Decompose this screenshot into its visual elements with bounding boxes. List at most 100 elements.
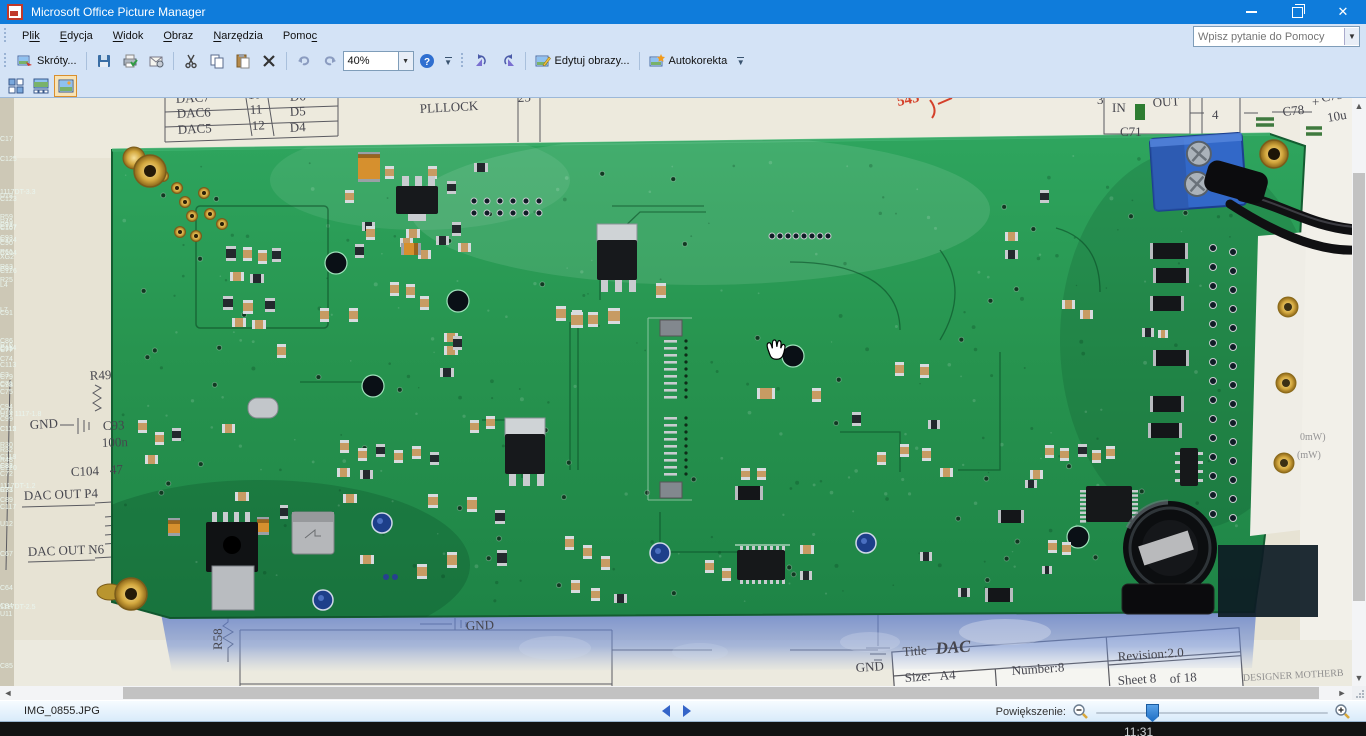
svg-text:C104: C104 bbox=[71, 463, 100, 479]
zoom-combo[interactable]: 40% bbox=[343, 51, 399, 71]
delete-button[interactable] bbox=[256, 51, 282, 71]
ic-w2so16 bbox=[735, 545, 790, 584]
svg-text:GND: GND bbox=[29, 416, 58, 432]
restore-button[interactable] bbox=[1274, 0, 1320, 24]
svg-text:R58: R58 bbox=[210, 628, 225, 650]
scroll-up-icon[interactable]: ▲ bbox=[1352, 98, 1366, 114]
paste-button[interactable] bbox=[230, 51, 256, 71]
rotate-toolbar-grip[interactable] bbox=[460, 53, 465, 69]
svg-text:C79: C79 bbox=[0, 374, 13, 381]
mail-button[interactable] bbox=[143, 51, 169, 71]
single-picture-view-icon bbox=[58, 78, 74, 94]
crystal-xg2 bbox=[248, 398, 278, 418]
power-transistor-u18 bbox=[206, 512, 258, 610]
svg-text:GND: GND bbox=[466, 617, 495, 633]
zoom-slider-thumb[interactable] bbox=[1146, 704, 1159, 722]
status-bar: IMG_0855.JPG Powiększenie: bbox=[0, 700, 1366, 722]
menu-edycja[interactable]: Edycja bbox=[50, 27, 103, 45]
scroll-right-icon[interactable]: ► bbox=[1334, 686, 1350, 700]
resize-grip[interactable] bbox=[1352, 686, 1366, 700]
svg-text:C93: C93 bbox=[103, 417, 125, 433]
toolbar-grip[interactable] bbox=[3, 53, 8, 69]
menu-plik[interactable]: Plik bbox=[12, 27, 50, 45]
svg-text:100n: 100n bbox=[102, 434, 129, 450]
svg-text:R25: R25 bbox=[0, 277, 13, 284]
zoom-in-icon[interactable] bbox=[1334, 703, 1352, 721]
svg-text:C78: C78 bbox=[1282, 102, 1305, 119]
horizontal-scrollbar[interactable]: ◄ ► bbox=[0, 686, 1352, 700]
svg-text:R48: R48 bbox=[0, 457, 13, 464]
svg-text:C75: C75 bbox=[0, 389, 13, 396]
shortcuts-button[interactable]: Skróty... bbox=[12, 51, 82, 71]
photo-image[interactable]: 1117DT-2.5U11C85C84J6 FRONT PANELC40D31W… bbox=[0, 98, 1352, 686]
drill-hole bbox=[447, 290, 469, 312]
regulator-u11 bbox=[597, 224, 637, 292]
svg-text:C72: C72 bbox=[0, 471, 13, 478]
svg-text:DAC6: DAC6 bbox=[176, 104, 211, 121]
edit-pictures-button[interactable]: Edytuj obrazy... bbox=[530, 51, 635, 71]
svg-text:C117: C117 bbox=[0, 504, 16, 511]
edit-pictures-label: Edytuj obrazy... bbox=[555, 55, 630, 67]
scroll-left-icon[interactable]: ◄ bbox=[0, 686, 16, 700]
print-button[interactable] bbox=[117, 51, 143, 71]
svg-text:C115: C115 bbox=[0, 426, 16, 433]
copy-button[interactable] bbox=[204, 51, 230, 71]
chevron-down-icon[interactable]: ▼ bbox=[1344, 28, 1359, 45]
vertical-scrollbar[interactable]: ▲ ▼ bbox=[1352, 98, 1366, 686]
svg-text:C82: C82 bbox=[0, 463, 13, 470]
svg-text:C74: C74 bbox=[0, 356, 13, 363]
help-button[interactable]: ? bbox=[414, 51, 440, 71]
filmstrip-view-button[interactable] bbox=[29, 75, 52, 97]
close-button[interactable]: ✕ bbox=[1320, 0, 1366, 24]
vertical-scroll-thumb[interactable] bbox=[1353, 173, 1365, 601]
svg-text:R59: R59 bbox=[0, 214, 13, 221]
help-question-input[interactable] bbox=[1194, 31, 1344, 43]
cut-button[interactable] bbox=[178, 51, 204, 71]
menu-obraz[interactable]: Obraz bbox=[153, 27, 203, 45]
svg-text:A4: A4 bbox=[939, 667, 956, 683]
rotate-right-icon bbox=[500, 53, 516, 69]
shortcuts-label: Skróty... bbox=[37, 55, 77, 67]
picture-manager-window: Microsoft Office Picture Manager ✕ Plik … bbox=[0, 0, 1366, 736]
thumbnail-view-icon bbox=[8, 78, 24, 94]
svg-text:DAC: DAC bbox=[934, 637, 972, 659]
menu-widok[interactable]: Widok bbox=[103, 27, 154, 45]
single-picture-view-button[interactable] bbox=[54, 75, 77, 97]
zoom-combo-arrow[interactable]: ▼ bbox=[399, 51, 414, 71]
undo-button[interactable] bbox=[291, 51, 317, 71]
autocorrect-button[interactable]: Autokorekta bbox=[644, 51, 733, 71]
toolbar-options2-icon[interactable]: ▼ bbox=[735, 51, 746, 71]
taskbar-strip: 11:31 bbox=[0, 722, 1366, 736]
toolbar-options-icon[interactable]: ▼ bbox=[443, 51, 454, 71]
zoom-slider[interactable] bbox=[1096, 704, 1328, 720]
app-icon bbox=[7, 4, 23, 20]
next-picture-button[interactable] bbox=[681, 704, 693, 718]
redo-icon bbox=[322, 53, 338, 69]
title-bar: Microsoft Office Picture Manager ✕ bbox=[0, 0, 1366, 24]
rotate-right-button[interactable] bbox=[495, 51, 521, 71]
svg-text:GND: GND bbox=[855, 658, 884, 675]
svg-text:DAC OUT N6: DAC OUT N6 bbox=[28, 541, 105, 559]
previous-picture-button[interactable] bbox=[660, 704, 672, 718]
svg-text:?: ? bbox=[423, 57, 429, 68]
svg-text:IN: IN bbox=[1112, 100, 1126, 115]
redo-button[interactable] bbox=[317, 51, 343, 71]
horizontal-scroll-thumb[interactable] bbox=[123, 687, 1319, 699]
help-question-box[interactable]: ▼ bbox=[1193, 26, 1360, 47]
svg-text:R40: R40 bbox=[630, 98, 647, 99]
svg-text:Size:: Size: bbox=[904, 668, 931, 685]
svg-text:U11: U11 bbox=[0, 611, 12, 618]
svg-text:25: 25 bbox=[517, 98, 531, 105]
scroll-down-icon[interactable]: ▼ bbox=[1352, 670, 1366, 686]
menu-narzedzia[interactable]: Narzędzia bbox=[203, 27, 273, 45]
picture-canvas[interactable]: 1117DT-2.5U11C85C84J6 FRONT PANELC40D31W… bbox=[0, 98, 1352, 686]
autocorrect-icon bbox=[649, 53, 665, 69]
rotate-left-button[interactable] bbox=[469, 51, 495, 71]
menu-pomoc[interactable]: Pomoc bbox=[273, 27, 327, 45]
thumbnail-view-button[interactable] bbox=[4, 75, 27, 97]
regulator-u12 bbox=[505, 418, 545, 486]
save-button[interactable] bbox=[91, 51, 117, 71]
minimize-button[interactable] bbox=[1228, 0, 1274, 24]
zoom-out-icon[interactable] bbox=[1072, 703, 1090, 721]
menu-grip[interactable] bbox=[3, 28, 8, 44]
